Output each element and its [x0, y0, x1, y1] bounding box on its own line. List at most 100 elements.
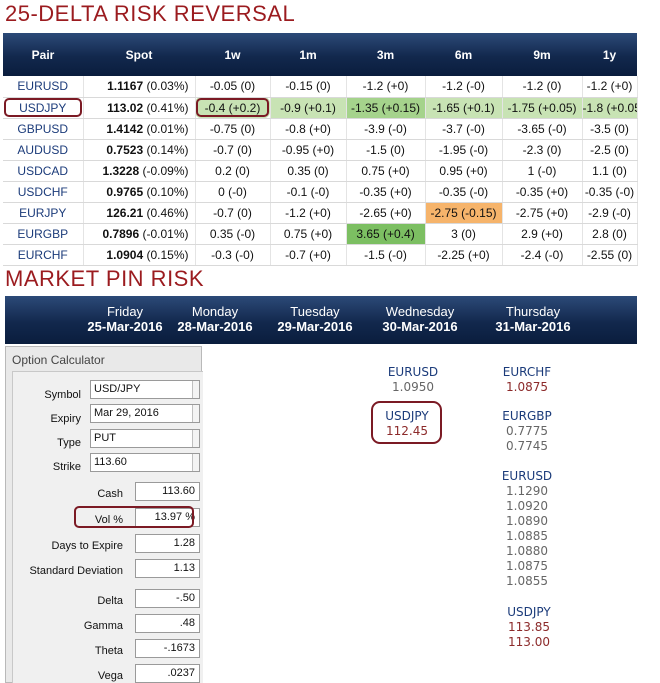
- rr-value-cell: 1.1 (0): [582, 160, 638, 182]
- cash-label: Cash: [97, 488, 123, 500]
- vega-field[interactable]: .0237: [135, 664, 200, 683]
- pair-cell: GBPUSD: [3, 118, 84, 140]
- header-1y: 1y: [582, 33, 637, 76]
- delta-field[interactable]: -.50: [135, 589, 200, 608]
- rr-value-cell: -0.75 (0): [195, 118, 271, 140]
- rr-value-cell: -0.35 (+0): [502, 181, 583, 203]
- day-name: Monday: [191, 304, 239, 319]
- header-1m: 1m: [270, 33, 346, 76]
- days-field[interactable]: 1.28: [135, 534, 200, 553]
- risk-reversal-title: 25-DELTA RISK REVERSAL: [5, 1, 296, 26]
- rr-value-cell: -1.8 (+0.05): [582, 97, 638, 119]
- spot-cell: 1.0904 (0.15%): [83, 244, 196, 266]
- spot-cell: 1.1167 (0.03%): [83, 76, 196, 98]
- cash-field[interactable]: 113.60: [135, 482, 200, 501]
- dropdown-arrow-icon[interactable]: [192, 454, 199, 471]
- day-tuesday: Tuesday 29-Mar-2016: [273, 304, 357, 334]
- table-row: USDCHF 0.9765 (0.10%) 0 (-0) -0.1 (-0) -0.35…: [3, 181, 638, 203]
- day-date: 28-Mar-2016: [177, 319, 253, 334]
- pin-risk-header: Friday 25-Mar-2016 Monday 28-Mar-2016 Tu…: [5, 296, 637, 344]
- table-row: GBPUSD 1.4142 (0.01%) -0.75 (0) -0.8 (+0) -3…: [3, 118, 638, 140]
- pin-thu-usdjpy: USDJPY 113.85 113.00: [494, 605, 564, 650]
- spot-value: 113.02: [107, 100, 144, 115]
- type-select[interactable]: PUT: [90, 429, 200, 448]
- rr-value-cell: -1.2 (+0): [582, 76, 638, 98]
- table-row: AUDUSD 0.7523 (0.14%) -0.7 (0) -0.95 (+0) -1…: [3, 139, 638, 161]
- day-date: 31-Mar-2016: [495, 319, 571, 334]
- pin-level: 113.00: [508, 635, 550, 649]
- pin-risk-title: MARKET PIN RISK: [5, 266, 205, 291]
- rr-value-cell: -2.9 (-0): [582, 202, 638, 224]
- pair-cell: EURGBP: [3, 223, 84, 245]
- theta-field[interactable]: -.1673: [135, 639, 200, 658]
- rr-value-cell: -1.2 (+0): [270, 202, 347, 224]
- spot-value: 0.7896: [102, 226, 140, 241]
- rr-value-cell: -2.55 (0): [582, 244, 638, 266]
- pin-level: 1.0875: [506, 380, 548, 394]
- header-pair: Pair: [3, 33, 83, 76]
- rr-value-cell: 0.35 (0): [270, 160, 347, 182]
- pair-cell: AUDUSD: [3, 139, 84, 161]
- symbol-select[interactable]: USD/JPY: [90, 380, 200, 399]
- expiry-select[interactable]: Mar 29, 2016: [90, 404, 200, 423]
- spot-change: (0.10%): [146, 184, 189, 199]
- pin-level: 0.7775: [506, 424, 548, 438]
- rr-value-cell: -0.9 (+0.1): [270, 97, 347, 119]
- rr-value-cell: 0.75 (+0): [346, 160, 426, 182]
- spot-cell: 1.4142 (0.01%): [83, 118, 196, 140]
- symbol-value: USD/JPY: [94, 383, 141, 395]
- risk-reversal-table: Pair Spot 1w 1m 3m 6m 9m 1y EURUSD 1.1167…: [3, 33, 638, 266]
- calculator-title: Option Calculator: [12, 353, 105, 367]
- symbol-label: Symbol: [44, 389, 81, 401]
- rr-value-cell: -2.65 (+0): [346, 202, 426, 224]
- gamma-field[interactable]: .48: [135, 614, 200, 633]
- rr-value-cell: -0.95 (+0): [270, 139, 347, 161]
- strike-label: Strike: [52, 461, 81, 473]
- spot-cell: 126.21 (0.46%): [83, 202, 196, 224]
- day-friday: Friday 25-Mar-2016: [85, 304, 165, 334]
- pin-level: 1.0875: [506, 559, 548, 573]
- pin-thu-eurusd: EURUSD 1.1290 1.0920 1.0890 1.0885 1.088…: [492, 469, 562, 589]
- rr-value-cell: -0.35 (-0): [582, 181, 638, 203]
- pin-level: 1.0880: [506, 544, 548, 558]
- pin-pair: EURCHF: [502, 365, 552, 379]
- dropdown-arrow-icon[interactable]: [192, 381, 199, 398]
- stdev-field[interactable]: 1.13: [135, 559, 200, 578]
- header-spot: Spot: [83, 33, 195, 76]
- pair-cell: USDCHF: [3, 181, 84, 203]
- rr-value-cell: -1.2 (0): [502, 76, 583, 98]
- rr-value-cell: -3.7 (-0): [425, 118, 503, 140]
- rr-value-cell: -1.95 (-0): [425, 139, 503, 161]
- dropdown-arrow-icon[interactable]: [192, 430, 199, 447]
- expiry-value: Mar 29, 2016: [94, 407, 159, 419]
- day-name: Friday: [106, 304, 144, 319]
- rr-value-cell: -1.65 (+0.1): [425, 97, 503, 119]
- pin-level: 0.7745: [506, 439, 548, 453]
- rr-value-cell: -2.5 (0): [582, 139, 638, 161]
- pin-level: 1.0950: [392, 380, 434, 394]
- spot-change: (-0.09%): [142, 163, 189, 178]
- spot-change: (-0.01%): [142, 226, 189, 241]
- rr-value-cell: -0.05 (0): [195, 76, 271, 98]
- table-row: EURJPY 126.21 (0.46%) -0.7 (0) -1.2 (+0) -2.…: [3, 202, 638, 224]
- pin-pair: EURUSD: [387, 365, 439, 379]
- pin-level: 1.0890: [506, 514, 548, 528]
- header-6m: 6m: [425, 33, 502, 76]
- pair-cell: EURUSD: [3, 76, 84, 98]
- rr-value-cell: -0.7 (+0): [270, 244, 347, 266]
- vol-highlight-circle: [74, 506, 194, 528]
- day-thursday: Thursday 31-Mar-2016: [490, 304, 576, 334]
- pair-cell: USDCAD: [3, 160, 84, 182]
- spot-cell: 1.3228 (-0.09%): [83, 160, 196, 182]
- table-row: EURUSD 1.1167 (0.03%) -0.05 (0) -0.15 (0) -1…: [3, 76, 638, 98]
- rr-value-cell: 0 (-0): [195, 181, 271, 203]
- pin-thu-eurchf: EURCHF 1.0875: [492, 365, 562, 395]
- pin-thu-eurgbp: EURGBP 0.7775 0.7745: [492, 409, 562, 454]
- rr-value-cell: -3.65 (-0): [502, 118, 583, 140]
- dropdown-arrow-icon[interactable]: [192, 405, 199, 422]
- strike-select[interactable]: 113.60: [90, 453, 200, 472]
- day-wednesday: Wednesday 30-Mar-2016: [377, 304, 463, 334]
- day-name: Wednesday: [385, 304, 455, 319]
- day-monday: Monday 28-Mar-2016: [175, 304, 255, 334]
- spot-value: 0.7523: [106, 142, 144, 157]
